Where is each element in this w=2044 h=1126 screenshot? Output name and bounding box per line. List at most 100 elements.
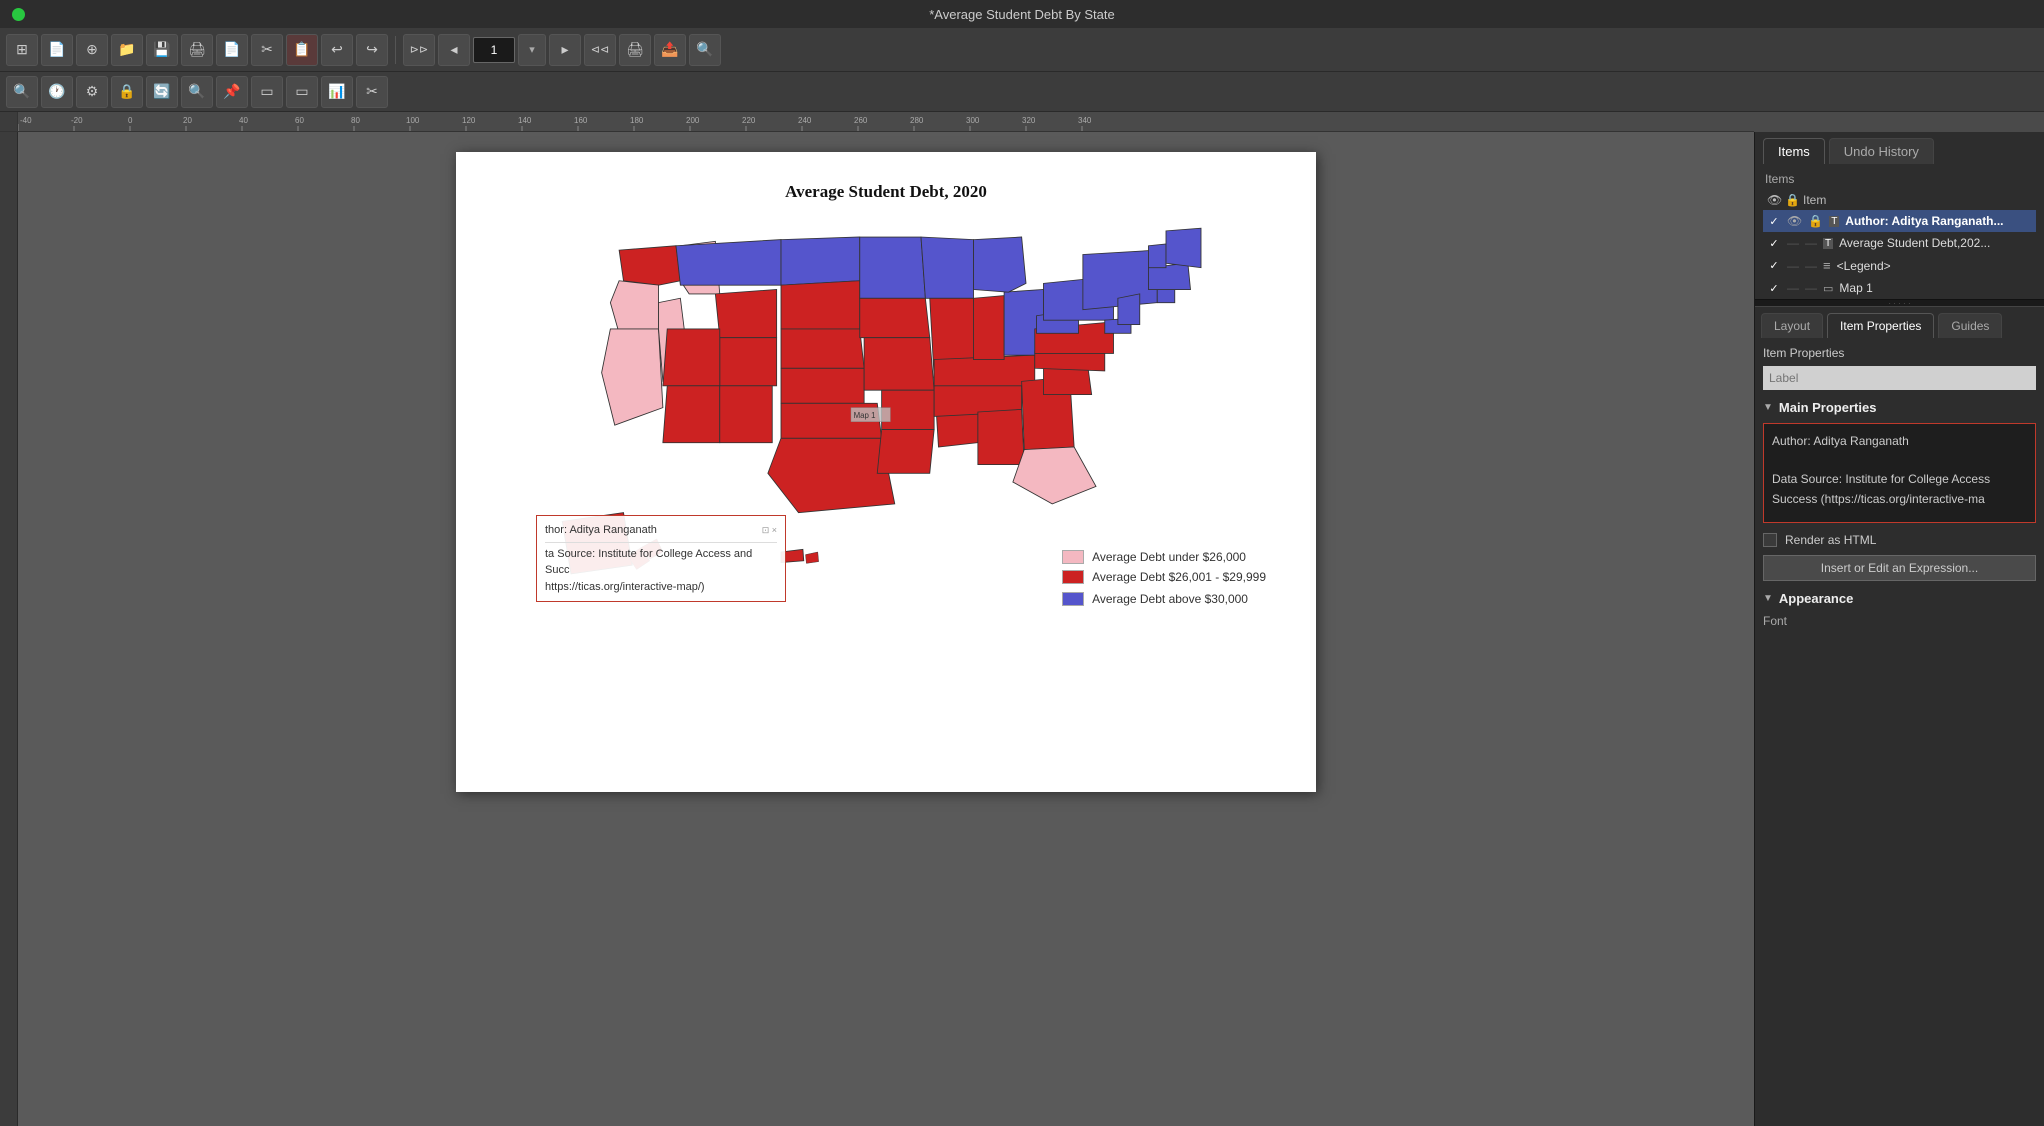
page-number-input[interactable]: 1 <box>473 37 515 63</box>
item-check-1: ✓ <box>1767 215 1781 228</box>
page-btn[interactable]: 📄 <box>216 34 248 66</box>
legend-label-2: Average Debt $26,001 - $29,999 <box>1092 570 1266 584</box>
svg-text:0: 0 <box>128 116 133 125</box>
print-page: Average Student Debt, 2020 <box>456 152 1316 792</box>
appearance-title[interactable]: ▼ Appearance <box>1763 591 2036 606</box>
print-btn[interactable]: 🖨 <box>619 34 651 66</box>
author-box: thor: Aditya Ranganath ⊡ × ta Source: In… <box>536 515 786 602</box>
insert-expr-btn[interactable]: Insert or Edit an Expression... <box>1763 555 2036 581</box>
left-sidebar <box>0 132 18 1126</box>
search-tool[interactable]: 🔍 <box>181 76 213 108</box>
author-box-content: thor: Aditya Ranganath ⊡ × ta Source: In… <box>545 522 777 595</box>
legend-swatch-1 <box>1062 550 1084 564</box>
item-name-4: Map 1 <box>1839 281 2032 295</box>
right-panel: Items Undo History Items 👁 🔒 Item ✓ 👁 🔒 … <box>1754 132 2044 1126</box>
print-preview-btn[interactable]: 🖨 <box>181 34 213 66</box>
nav-first[interactable]: ⊳⊳ <box>403 34 435 66</box>
item-lock-4[interactable]: — <box>1805 281 1817 295</box>
item-lock-3[interactable]: — <box>1805 259 1817 273</box>
title-bar: *Average Student Debt By State <box>0 0 2044 28</box>
pin-tool[interactable]: 📌 <box>216 76 248 108</box>
svg-text:300: 300 <box>966 116 980 125</box>
item-row-author[interactable]: ✓ 👁 🔒 T Author: Aditya Ranganath... <box>1763 210 2036 232</box>
legend-swatch-2 <box>1062 570 1084 584</box>
svg-text:200: 200 <box>686 116 700 125</box>
item-row-legend[interactable]: ✓ — — ≡ <Legend> <box>1763 254 2036 277</box>
main-properties-content[interactable]: Author: Aditya Ranganath Data Source: In… <box>1763 423 2036 523</box>
new-btn[interactable]: ⊞ <box>6 34 38 66</box>
svg-text:220: 220 <box>742 116 756 125</box>
appearance-section: ▼ Appearance Font <box>1763 591 2036 628</box>
main-props-chevron: ▼ <box>1763 402 1773 413</box>
item-row-avg[interactable]: ✓ — — T Average Student Debt,202... <box>1763 232 2036 254</box>
item-row-map[interactable]: ✓ — — ▭ Map 1 <box>1763 277 2036 299</box>
cut-btn[interactable]: ✂ <box>251 34 283 66</box>
legend-item-3: Average Debt above $30,000 <box>1062 592 1266 606</box>
eye-col-header: 👁 <box>1767 193 1781 207</box>
refresh-tool[interactable]: 🔄 <box>146 76 178 108</box>
appearance-chevron: ▼ <box>1763 593 1773 604</box>
legend-item-2: Average Debt $26,001 - $29,999 <box>1062 570 1266 584</box>
add-layer-btn[interactable]: 📋 <box>286 34 318 66</box>
nav-last[interactable]: ⊲⊲ <box>584 34 616 66</box>
appearance-label: Appearance <box>1779 591 1853 606</box>
content-line4: Success (https://ticas.org/interactive-m… <box>1772 490 2027 509</box>
author-row-inner: thor: Aditya Ranganath ⊡ × <box>545 522 777 539</box>
item-icon-2: T <box>1823 238 1833 249</box>
item-lock-2[interactable]: — <box>1805 236 1817 250</box>
tab-guides[interactable]: Guides <box>1938 313 2002 338</box>
nav-forward[interactable]: ▸ <box>549 34 581 66</box>
canvas-area[interactable]: Average Student Debt, 2020 <box>18 132 1754 1126</box>
item-icon-4: ▭ <box>1823 282 1833 295</box>
save-btn[interactable]: 💾 <box>146 34 178 66</box>
clock-tool[interactable]: 🕐 <box>41 76 73 108</box>
render-html-checkbox[interactable] <box>1763 533 1777 547</box>
svg-text:260: 260 <box>854 116 868 125</box>
items-panel: Items 👁 🔒 Item ✓ 👁 🔒 T Author: Aditya Ra… <box>1755 164 2044 299</box>
item-name-2: Average Student Debt,202... <box>1839 236 2032 250</box>
item-eye-1[interactable]: 👁 <box>1787 214 1802 228</box>
svg-text:-20: -20 <box>71 116 83 125</box>
folder-btn[interactable]: 📁 <box>111 34 143 66</box>
tab-layout[interactable]: Layout <box>1761 313 1823 338</box>
tab-item-properties[interactable]: Item Properties <box>1827 313 1934 338</box>
legend-label-1: Average Debt under $26,000 <box>1092 550 1246 564</box>
svg-text:240: 240 <box>798 116 812 125</box>
panel-divider: · · · · · <box>1755 299 2044 307</box>
rect-tool[interactable]: ▭ <box>251 76 283 108</box>
lock-col-header: 🔒 <box>1785 193 1799 207</box>
chart-tool[interactable]: 📊 <box>321 76 353 108</box>
item-check-3: ✓ <box>1767 259 1781 272</box>
nav-back[interactable]: ◂ <box>438 34 470 66</box>
render-html-label: Render as HTML <box>1785 533 1876 547</box>
lock-tool[interactable]: 🔒 <box>111 76 143 108</box>
map-title: Average Student Debt, 2020 <box>486 182 1286 202</box>
zoom-btn[interactable]: 🔍 <box>689 34 721 66</box>
undo-btn[interactable]: ↩ <box>321 34 353 66</box>
open-btn[interactable]: 📄 <box>41 34 73 66</box>
item-name-1: Author: Aditya Ranganath... <box>1845 214 2032 228</box>
select-btn[interactable]: ⊕ <box>76 34 108 66</box>
item-lock-1[interactable]: 🔒 <box>1808 214 1823 228</box>
cut-tool[interactable]: ✂ <box>356 76 388 108</box>
ip-label-input[interactable] <box>1763 366 2036 390</box>
green-traffic-light[interactable] <box>12 8 25 21</box>
zoom-tool[interactable]: 🔍 <box>6 76 38 108</box>
content-line1: Author: Aditya Ranganath <box>1772 432 2027 451</box>
tab-undo-history[interactable]: Undo History <box>1829 138 1934 164</box>
item-eye-3[interactable]: — <box>1787 259 1799 273</box>
author-line2: ta Source: Institute for College Access … <box>545 546 777 579</box>
settings-tool[interactable]: ⚙ <box>76 76 108 108</box>
traffic-lights <box>12 8 25 21</box>
item-eye-2[interactable]: — <box>1787 236 1799 250</box>
main-properties-header[interactable]: ▼ Main Properties <box>1763 400 2036 415</box>
font-label: Font <box>1763 614 2036 628</box>
items-header: 👁 🔒 Item <box>1763 190 2036 210</box>
secondary-toolbar: 🔍 🕐 ⚙ 🔒 🔄 🔍 📌 ▭ ▭ 📊 ✂ <box>0 72 2044 112</box>
redo-btn[interactable]: ↪ <box>356 34 388 66</box>
author-row: thor: Aditya Ranganath ⊡ × <box>545 522 777 543</box>
export-btn[interactable]: 📤 <box>654 34 686 66</box>
tab-items[interactable]: Items <box>1763 138 1825 164</box>
rect2-tool[interactable]: ▭ <box>286 76 318 108</box>
item-eye-4[interactable]: — <box>1787 281 1799 295</box>
